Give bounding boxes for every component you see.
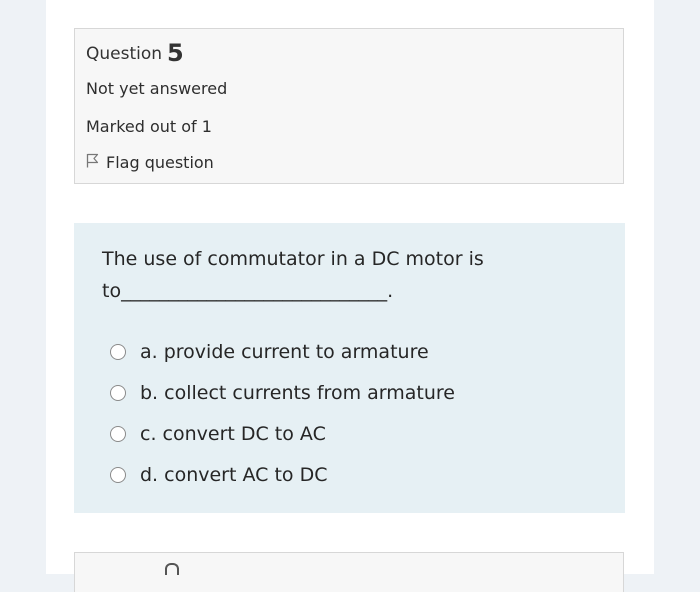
question-state: Not yet answered [86, 79, 228, 98]
answer-label: d. convert AC to DC [140, 463, 328, 486]
answer-option-c[interactable]: c. convert DC to AC [110, 413, 455, 454]
answer-option-d[interactable]: d. convert AC to DC [110, 454, 455, 495]
question-title: Question 5 [86, 39, 184, 67]
radio-button[interactable] [110, 425, 126, 442]
answer-options: a. provide current to armature b. collec… [110, 331, 455, 495]
quiz-page: Question 5 Not yet answered Marked out of… [46, 0, 654, 592]
answer-label: b. collect currents from armature [140, 381, 455, 404]
flag-icon [86, 153, 106, 172]
question-grade: Marked out of 1 [86, 117, 212, 136]
question-number: 5 [167, 39, 184, 67]
flag-question-label: Flag question [106, 153, 214, 172]
radio-button[interactable] [110, 384, 126, 401]
flag-question-link[interactable]: Flag question [86, 153, 214, 172]
answer-label: c. convert DC to AC [140, 422, 326, 445]
next-question-info-panel [74, 552, 624, 592]
radio-button[interactable] [110, 343, 126, 360]
question-formulation: The use of commutator in a DC motor is t… [74, 223, 625, 513]
cut-off-text [165, 563, 179, 575]
answer-option-b[interactable]: b. collect currents from armature [110, 372, 455, 413]
radio-button[interactable] [110, 466, 126, 483]
question-text: The use of commutator in a DC motor is t… [102, 248, 484, 302]
question-label: Question [86, 44, 163, 64]
question-info-panel: Question 5 Not yet answered Marked out of… [74, 28, 624, 184]
answer-label: a. provide current to armature [140, 340, 429, 363]
answer-option-a[interactable]: a. provide current to armature [110, 331, 455, 372]
